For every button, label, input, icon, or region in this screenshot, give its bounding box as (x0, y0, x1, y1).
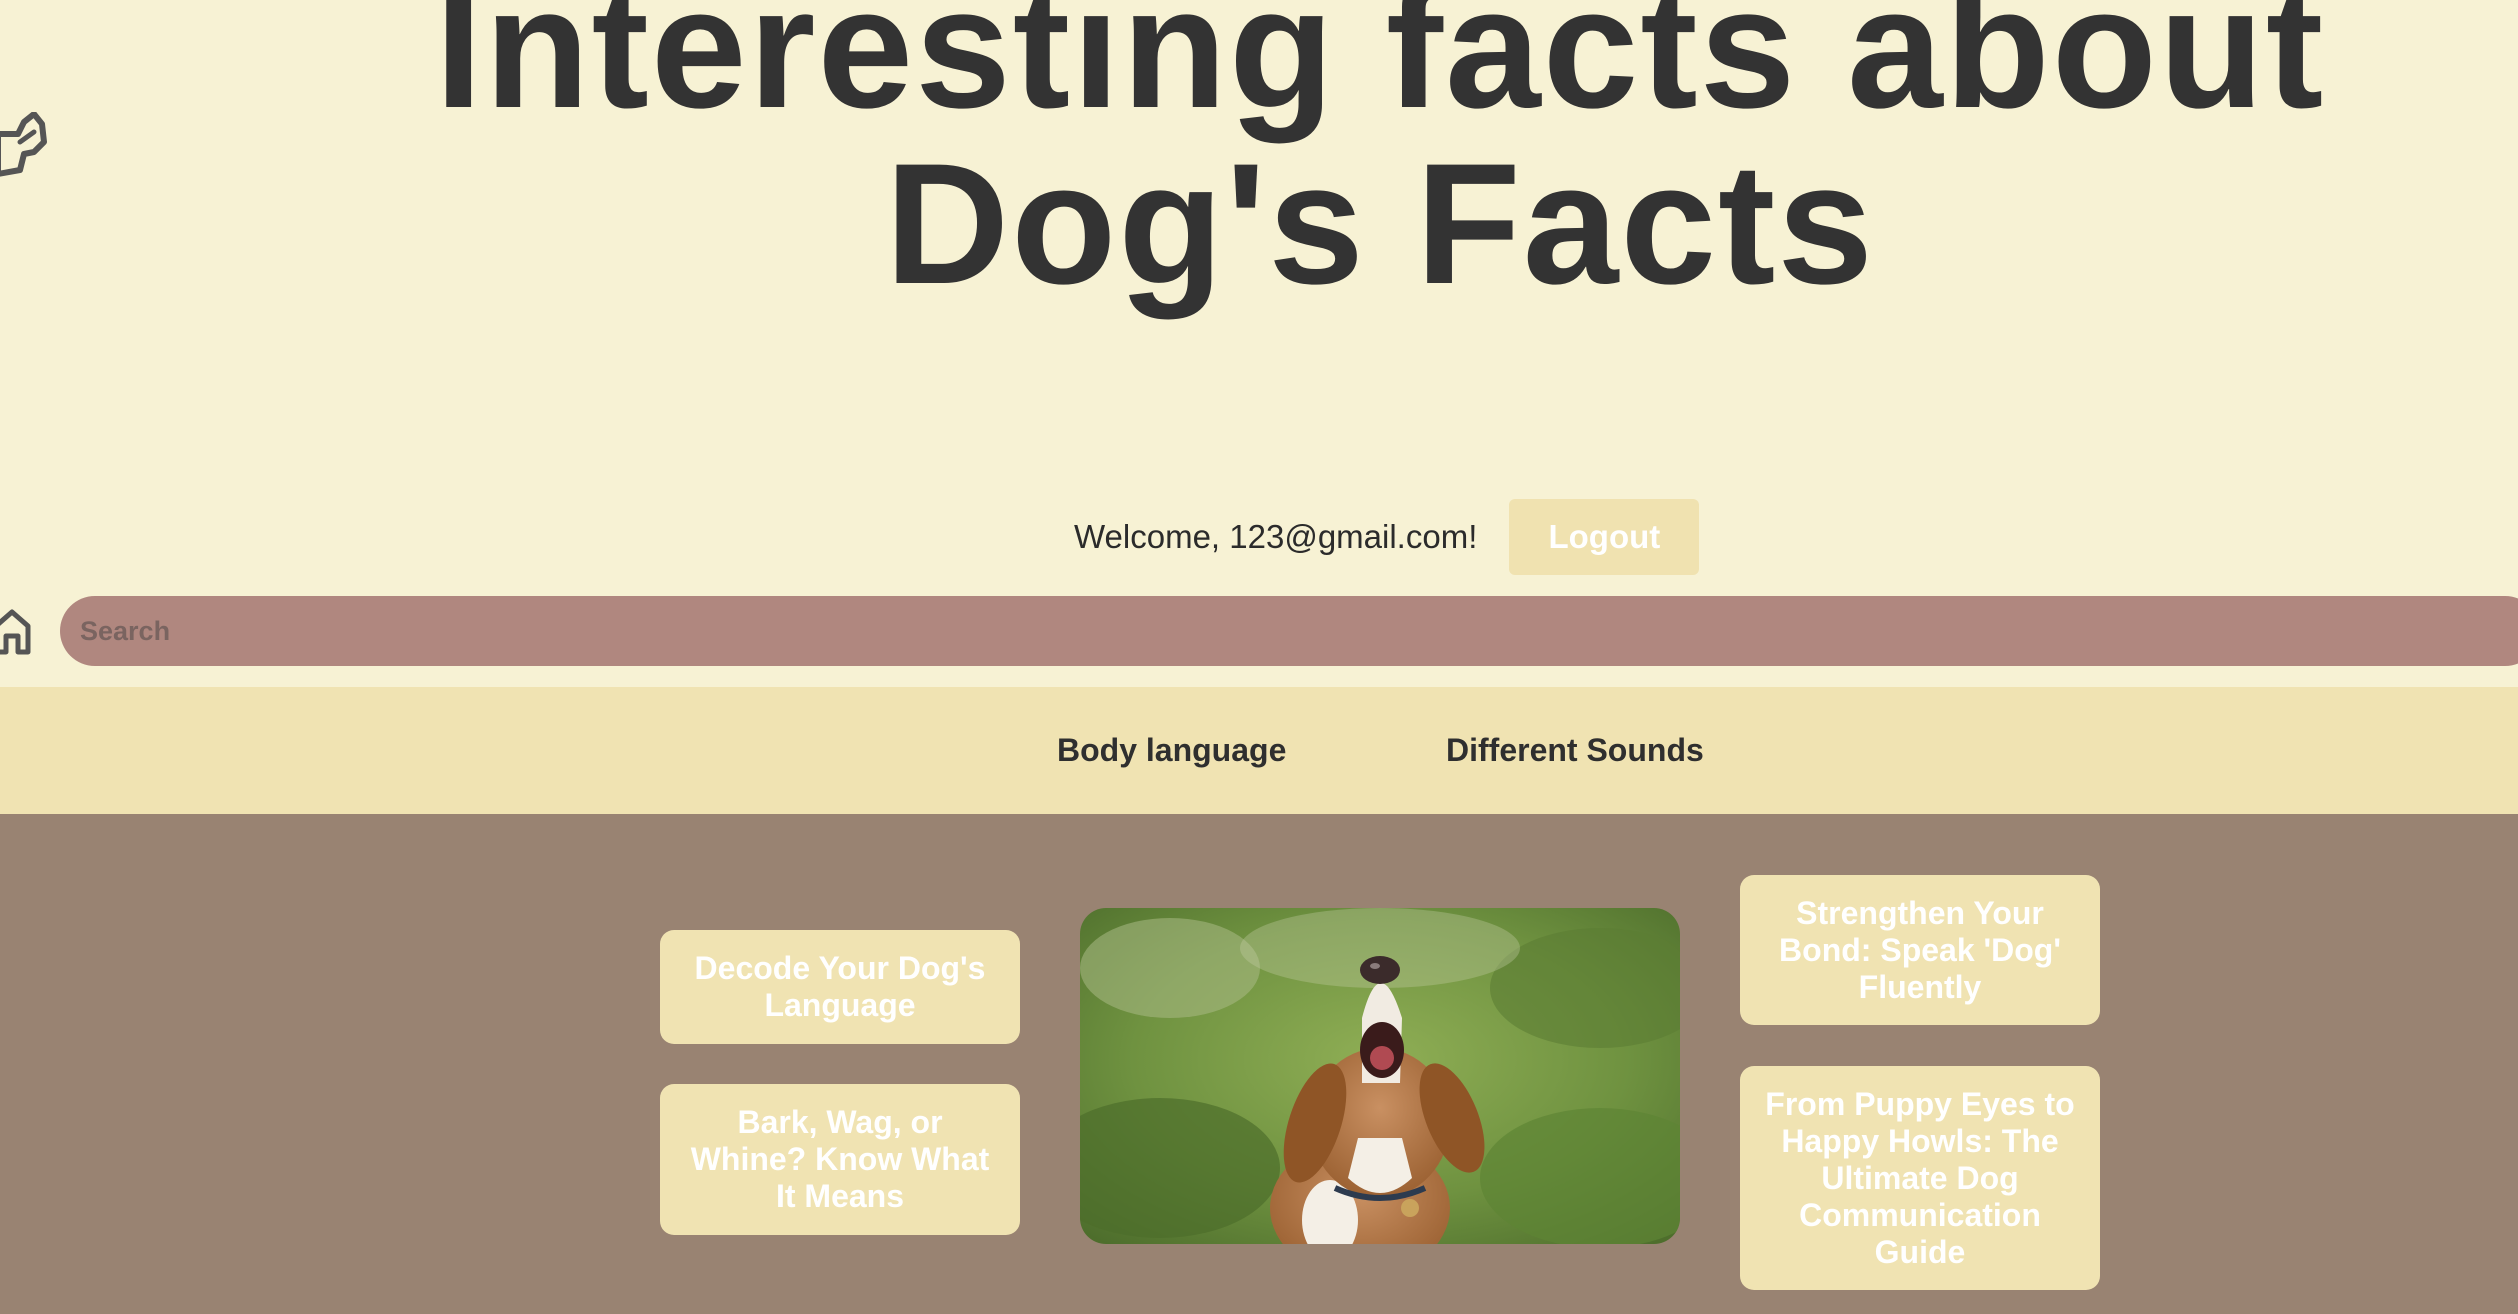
dog-head-icon[interactable] (0, 111, 50, 180)
card-bark-wag-whine[interactable]: Bark, Wag, or Whine? Know What It Means (660, 1084, 1020, 1235)
logout-button[interactable]: Logout (1509, 499, 1700, 575)
page-title: Interesting facts about Dog's Facts (434, 0, 2326, 320)
nav-link-different-sounds[interactable]: Different Sounds (1446, 687, 1704, 814)
nav-link-body-language[interactable]: Body language (1057, 687, 1286, 814)
card-strengthen-bond[interactable]: Strengthen Your Bond: Speak 'Dog' Fluent… (1740, 875, 2100, 1025)
card-decode-language[interactable]: Decode Your Dog's Language (660, 930, 1020, 1044)
welcome-message: Welcome, 123@gmail.com! (1074, 518, 1478, 555)
search-input[interactable] (60, 596, 2518, 666)
user-bar: Welcome, 123@gmail.com! Logout (1074, 499, 1700, 575)
card-communication-guide[interactable]: From Puppy Eyes to Happy Howls: The Ulti… (1740, 1066, 2100, 1290)
beagle-howling-photo (1080, 908, 1680, 1244)
home-icon[interactable] (0, 606, 32, 656)
category-nav: Body language Different Sounds (0, 687, 2518, 814)
